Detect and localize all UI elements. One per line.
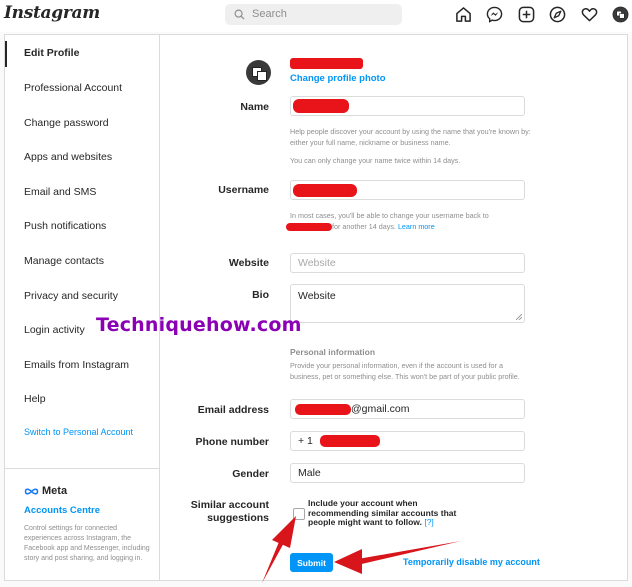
bio-label: Bio — [252, 289, 269, 301]
meta-infinity-icon — [24, 488, 39, 494]
similar-accounts-checkbox[interactable] — [293, 508, 305, 520]
bio-value: Website — [298, 290, 336, 302]
search-box[interactable] — [225, 4, 402, 25]
sidebar-item-emails-from-instagram[interactable]: Emails from Instagram — [24, 359, 129, 371]
personal-information-desc: Provide your personal information, even … — [290, 361, 520, 381]
sidebar-item-email-and-sms[interactable]: Email and SMS — [24, 186, 96, 198]
email-field[interactable]: @gmail.com — [290, 399, 525, 419]
sidebar-item-change-password[interactable]: Change password — [24, 117, 109, 129]
resize-grip-icon[interactable] — [516, 314, 522, 320]
search-input[interactable] — [252, 6, 392, 22]
accounts-centre-link[interactable]: Accounts Centre — [24, 505, 100, 516]
top-navigation-bar: Instagram — [0, 0, 632, 32]
meta-brand-text: Meta — [42, 485, 68, 497]
sidebar-item-edit-profile[interactable]: Edit Profile — [24, 47, 79, 59]
website-label: Website — [228, 257, 269, 269]
instagram-logo[interactable]: Instagram — [4, 3, 100, 23]
similar-accounts-text: Include your account when recommending s… — [308, 498, 478, 528]
edit-profile-form: Change profile photo Name Help people di… — [160, 35, 627, 580]
switch-to-personal-account-link[interactable]: Switch to Personal Account — [24, 427, 133, 437]
sidebar-item-manage-contacts[interactable]: Manage contacts — [24, 255, 104, 267]
phone-field[interactable]: + 1 — [290, 431, 525, 451]
sidebar-item-privacy-and-security[interactable]: Privacy and security — [24, 290, 118, 302]
temporarily-disable-account-link[interactable]: Temporarily disable my account — [403, 557, 540, 567]
sidebar-item-help[interactable]: Help — [24, 393, 46, 405]
name-change-limit-text: You can only change your name twice with… — [290, 156, 461, 165]
redacted-username — [293, 184, 357, 197]
username-label: Username — [218, 184, 269, 196]
redacted-old-username — [286, 223, 332, 232]
bio-textarea[interactable]: Website — [290, 284, 525, 323]
sidebar-item-professional-account[interactable]: Professional Account — [24, 82, 122, 94]
gender-field[interactable]: Male — [290, 463, 525, 483]
redacted-phone-number — [319, 435, 380, 448]
new-post-icon[interactable] — [517, 5, 535, 23]
name-label: Name — [240, 101, 269, 113]
redacted-email-user — [295, 403, 351, 415]
sidebar-divider — [5, 468, 159, 469]
username-help-pre: In most cases, you'll be able to change … — [290, 211, 489, 220]
profile-avatar-icon[interactable] — [612, 5, 630, 23]
gender-value: Male — [298, 467, 321, 479]
explore-icon[interactable] — [549, 5, 567, 23]
search-icon — [234, 9, 245, 20]
website-input[interactable] — [290, 253, 525, 273]
activity-heart-icon[interactable] — [580, 5, 598, 23]
settings-sidebar: Edit Profile Professional Account Change… — [5, 35, 160, 580]
sidebar-item-push-notifications[interactable]: Push notifications — [24, 220, 106, 232]
sidebar-item-apps-and-websites[interactable]: Apps and websites — [24, 151, 112, 163]
profile-avatar[interactable] — [246, 60, 271, 85]
email-label: Email address — [197, 404, 269, 416]
redacted-name — [293, 99, 349, 113]
username-help-post: for another 14 days. — [332, 222, 396, 231]
similar-account-label-line1: Similar account — [190, 499, 269, 511]
home-icon[interactable] — [454, 5, 472, 23]
gender-label: Gender — [232, 468, 269, 480]
settings-panel: Edit Profile Professional Account Change… — [4, 34, 628, 581]
phone-label: Phone number — [195, 436, 269, 448]
email-suffix: @gmail.com — [351, 403, 410, 415]
similar-account-label: Similar account suggestions — [169, 499, 269, 525]
phone-prefix: + 1 — [298, 435, 313, 447]
similar-accounts-help-link[interactable]: [?] — [424, 517, 433, 527]
sidebar-item-login-activity[interactable]: Login activity — [24, 324, 85, 336]
redacted-username-display — [290, 58, 363, 69]
meta-brand: Meta — [24, 485, 67, 497]
personal-information-title: Personal information — [290, 347, 376, 357]
similar-account-label-line2: suggestions — [207, 512, 269, 524]
username-help-text: In most cases, you'll be able to change … — [286, 210, 540, 232]
nav-icons — [454, 5, 632, 23]
messenger-icon[interactable] — [486, 5, 504, 23]
change-profile-photo-link[interactable]: Change profile photo — [290, 73, 386, 84]
submit-button[interactable]: Submit — [290, 553, 333, 572]
accounts-centre-description: Control settings for connected experienc… — [24, 525, 150, 562]
watermark-text: Techniquehow.com — [96, 314, 302, 336]
name-help-text: Help people discover your account by usi… — [290, 127, 531, 147]
active-indicator — [5, 41, 7, 67]
similar-accounts-description: Include your account when recommending s… — [308, 498, 457, 527]
learn-more-link[interactable]: Learn more — [398, 222, 435, 231]
